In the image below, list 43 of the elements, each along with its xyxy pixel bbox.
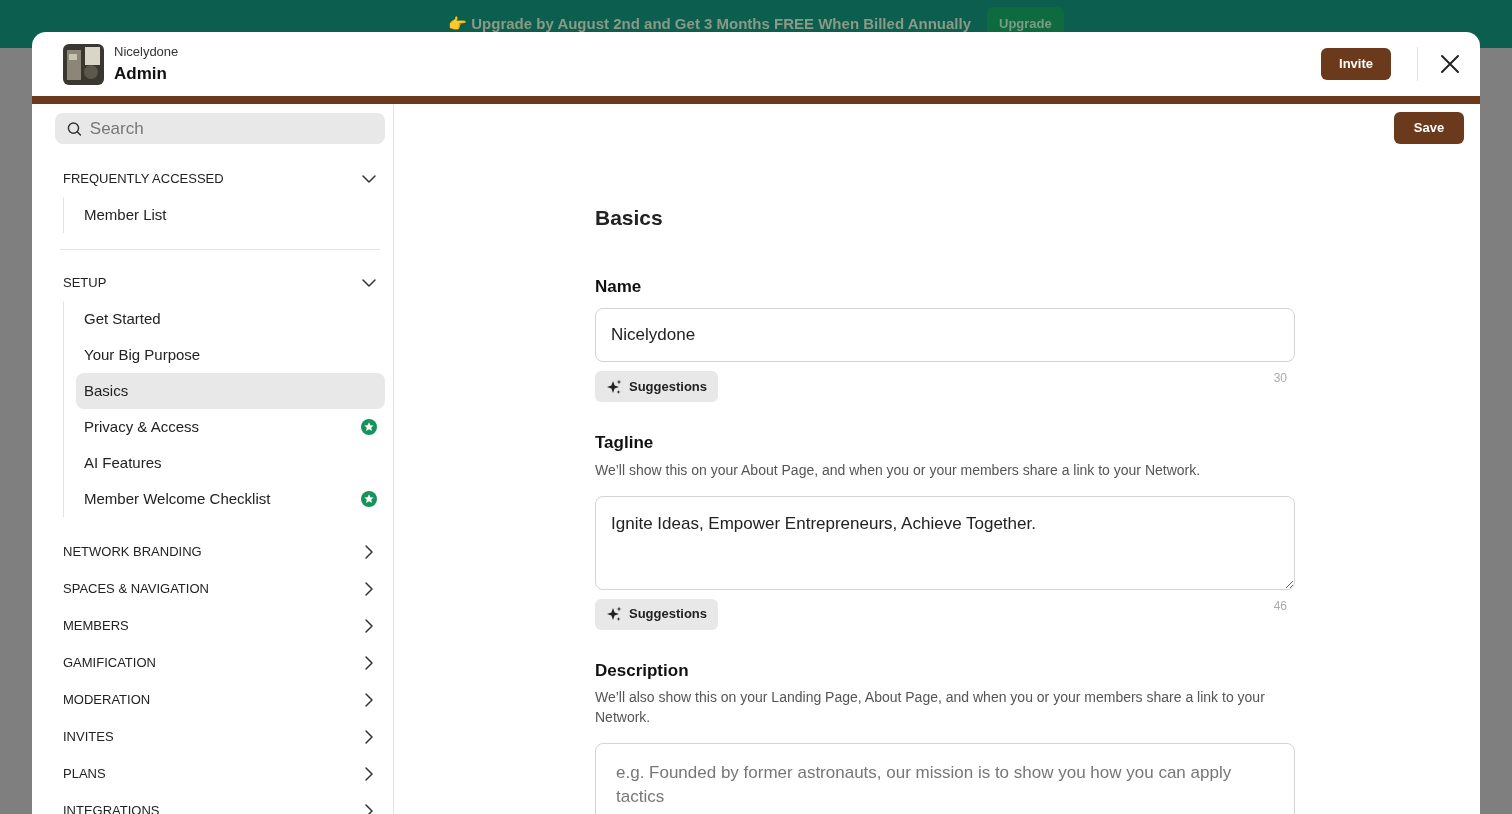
save-button[interactable]: Save bbox=[1394, 112, 1464, 144]
section-header[interactable]: PLANS bbox=[55, 755, 385, 792]
sparkle-icon bbox=[606, 378, 622, 395]
character-count: 46 bbox=[1273, 597, 1287, 615]
search-icon bbox=[67, 120, 82, 137]
banner-text: Upgrade by August 2nd and Get 3 Months FREE When Billed Annually bbox=[471, 13, 971, 34]
section-header[interactable]: FREQUENTLY ACCESSED bbox=[55, 160, 385, 197]
help-text: We’ll also show this on your Landing Page, About Page, and when you or your members share a link to your Network. bbox=[595, 688, 1266, 727]
network-logo bbox=[63, 43, 104, 85]
close-icon[interactable] bbox=[1440, 54, 1460, 74]
section-header[interactable]: INVITES bbox=[55, 718, 385, 755]
suggestions-button[interactable]: Suggestions bbox=[595, 371, 718, 402]
sidebar-item[interactable]: Member List bbox=[76, 197, 385, 233]
field-label: Name bbox=[595, 275, 643, 298]
character-count: 30 bbox=[1273, 370, 1287, 387]
section-header[interactable]: MODERATION bbox=[55, 681, 385, 718]
section-header[interactable]: SPACES & NAVIGATION bbox=[55, 570, 385, 607]
help-text: We’ll show this on your About Page, and when you or your members share a link to your Network. bbox=[595, 460, 1202, 480]
field-label: Description bbox=[595, 659, 690, 682]
sparkle-icon bbox=[606, 606, 622, 622]
sidebar-item[interactable]: Basics bbox=[76, 373, 385, 409]
section-header[interactable]: SETUP bbox=[55, 264, 385, 301]
sidebar-item[interactable]: Get Started bbox=[76, 301, 385, 337]
suggestions-button[interactable]: Suggestions bbox=[595, 598, 718, 630]
search-input[interactable]: Search bbox=[89, 115, 373, 142]
description-field[interactable]: e.g. Founded by former astronauts, our mission is to show you how you can apply tactics bbox=[595, 743, 1295, 814]
section-header[interactable]: GAMIFICATION bbox=[55, 644, 385, 681]
invite-button[interactable]: Invite bbox=[1321, 48, 1391, 80]
sidebar-item[interactable]: Your Big Purpose bbox=[76, 337, 385, 373]
section-header[interactable]: MEMBERS bbox=[55, 607, 385, 644]
field-label: Tagline bbox=[595, 432, 655, 454]
section-header[interactable]: INTEGRATIONS bbox=[55, 792, 385, 814]
admin-title: Admin bbox=[114, 62, 168, 85]
pointing-hand-icon: 👉 bbox=[448, 12, 468, 36]
section-heading: Basics bbox=[595, 205, 664, 231]
search-field[interactable]: Search bbox=[55, 113, 385, 144]
sidebar-item[interactable]: Member Welcome Checklist bbox=[76, 481, 385, 517]
sidebar-item[interactable]: Privacy & Access bbox=[76, 409, 385, 445]
sidebar-item[interactable]: AI Features bbox=[76, 445, 385, 481]
name-field[interactable]: Nicelydone bbox=[595, 308, 1295, 362]
network-name: Nicelydone bbox=[114, 43, 179, 61]
section-header[interactable]: NETWORK BRANDING bbox=[55, 533, 385, 570]
tagline-field[interactable]: Ignite Ideas, Empower Entrepreneurs, Achieve Together. bbox=[595, 495, 1295, 590]
